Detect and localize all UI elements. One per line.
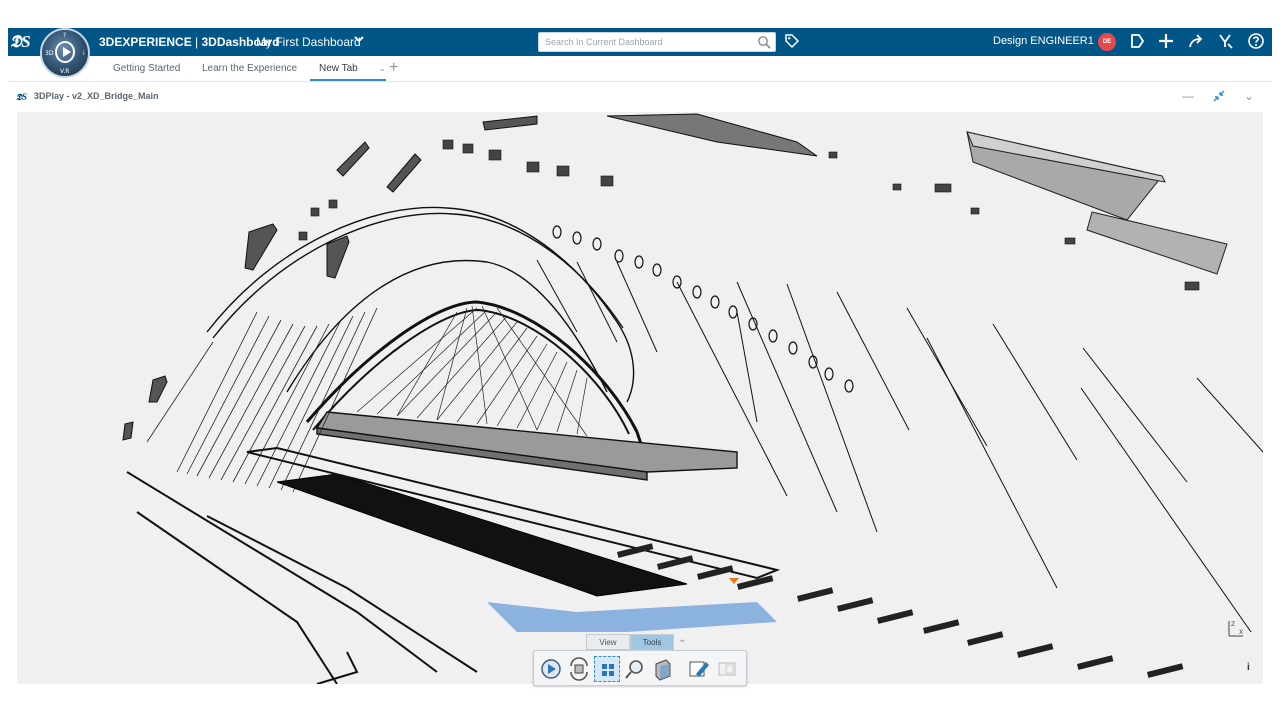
hanger-cables <box>356 305 588 437</box>
tools-icon[interactable] <box>1216 32 1236 52</box>
compass-top-label: ? <box>63 32 67 39</box>
brand-label: 3DEXPERIENCE <box>99 35 192 49</box>
info-icon[interactable]: i <box>1247 662 1257 673</box>
3ds-logo-icon: 𝕯S <box>16 92 27 102</box>
chevron-down-icon[interactable]: ⌄ <box>378 56 386 81</box>
annotate-icon[interactable] <box>686 656 712 682</box>
section-icon[interactable] <box>650 656 676 682</box>
tab-learn-the-experience[interactable]: Learn the Experience <box>202 56 297 81</box>
chevron-down-icon[interactable]: ⌄ <box>1241 89 1257 105</box>
search-box[interactable] <box>538 32 776 52</box>
tab-tools[interactable]: Tools <box>630 634 674 650</box>
tab-view[interactable]: View <box>586 634 630 650</box>
add-icon[interactable] <box>1156 32 1176 52</box>
help-icon[interactable] <box>1246 32 1266 52</box>
user-name[interactable]: Design ENGINEER1 <box>993 35 1094 47</box>
bridge-model[interactable] <box>17 112 1263 684</box>
minimize-icon[interactable]: — <box>1180 89 1196 105</box>
select-icon[interactable] <box>594 656 620 682</box>
compass-left-label: 3D <box>45 50 54 57</box>
share-icon[interactable] <box>1186 32 1206 52</box>
compass-play-icon <box>55 41 75 63</box>
top-bar: 𝕯S 3DEXPERIENCE | 3DDashboard My First D… <box>8 28 1272 56</box>
action-bar <box>533 650 747 686</box>
add-tab-icon[interactable]: + <box>389 59 398 77</box>
widget-title: 3DPlay - v2_XD_Bridge_Main <box>34 91 159 101</box>
axis-triad-icon: Z X <box>1228 621 1243 637</box>
collapse-icon[interactable] <box>1211 89 1227 105</box>
app-title: 3DEXPERIENCE | 3DDashboard <box>99 34 280 50</box>
social-icon[interactable] <box>1127 32 1147 52</box>
exploded-parts-top <box>122 113 818 441</box>
tab-new-tab[interactable]: New Tab ⌄ <box>310 56 386 81</box>
deck-slab <box>246 446 781 632</box>
tab-new-tab-label: New Tab <box>319 63 358 74</box>
explode-icon[interactable] <box>566 656 592 682</box>
axis-z-label: Z <box>1231 621 1235 628</box>
box-girder-segment <box>966 131 1228 275</box>
widget-header: 𝕯S 3DPlay - v2_XD_Bridge_Main — ⌄ <box>8 82 1272 112</box>
arch-rings <box>552 225 854 393</box>
play-icon[interactable] <box>538 656 564 682</box>
tab-bar: Getting Started Learn the Experience New… <box>8 56 1272 82</box>
compass-bottom-label: V.R <box>60 68 70 75</box>
main-arch <box>305 300 738 481</box>
search-input[interactable] <box>539 33 753 51</box>
3ds-logo-icon[interactable]: 𝕯S <box>10 30 36 54</box>
tab-getting-started[interactable]: Getting Started <box>113 56 180 81</box>
3d-viewport[interactable]: Z X i <box>17 112 1263 684</box>
compass-icon[interactable]: ? 3D i V.R <box>40 28 90 78</box>
dashboard-name[interactable]: My First Dashboard <box>256 34 361 50</box>
compass-right-label: i <box>83 50 85 57</box>
title-separator: | <box>191 35 202 49</box>
dashboard-frame: 𝕯S 3DEXPERIENCE | 3DDashboard My First D… <box>8 28 1272 686</box>
chevron-down-icon[interactable] <box>353 33 365 48</box>
axis-x-label: X <box>1239 629 1243 636</box>
measure-icon[interactable] <box>622 656 648 682</box>
avatar[interactable]: DE <box>1098 33 1116 51</box>
chevron-down-icon[interactable]: ⌄ <box>678 634 692 648</box>
selection-marker <box>729 578 739 584</box>
capture-icon[interactable] <box>714 656 740 682</box>
search-icon[interactable] <box>757 35 771 49</box>
tag-icon[interactable] <box>784 33 800 49</box>
